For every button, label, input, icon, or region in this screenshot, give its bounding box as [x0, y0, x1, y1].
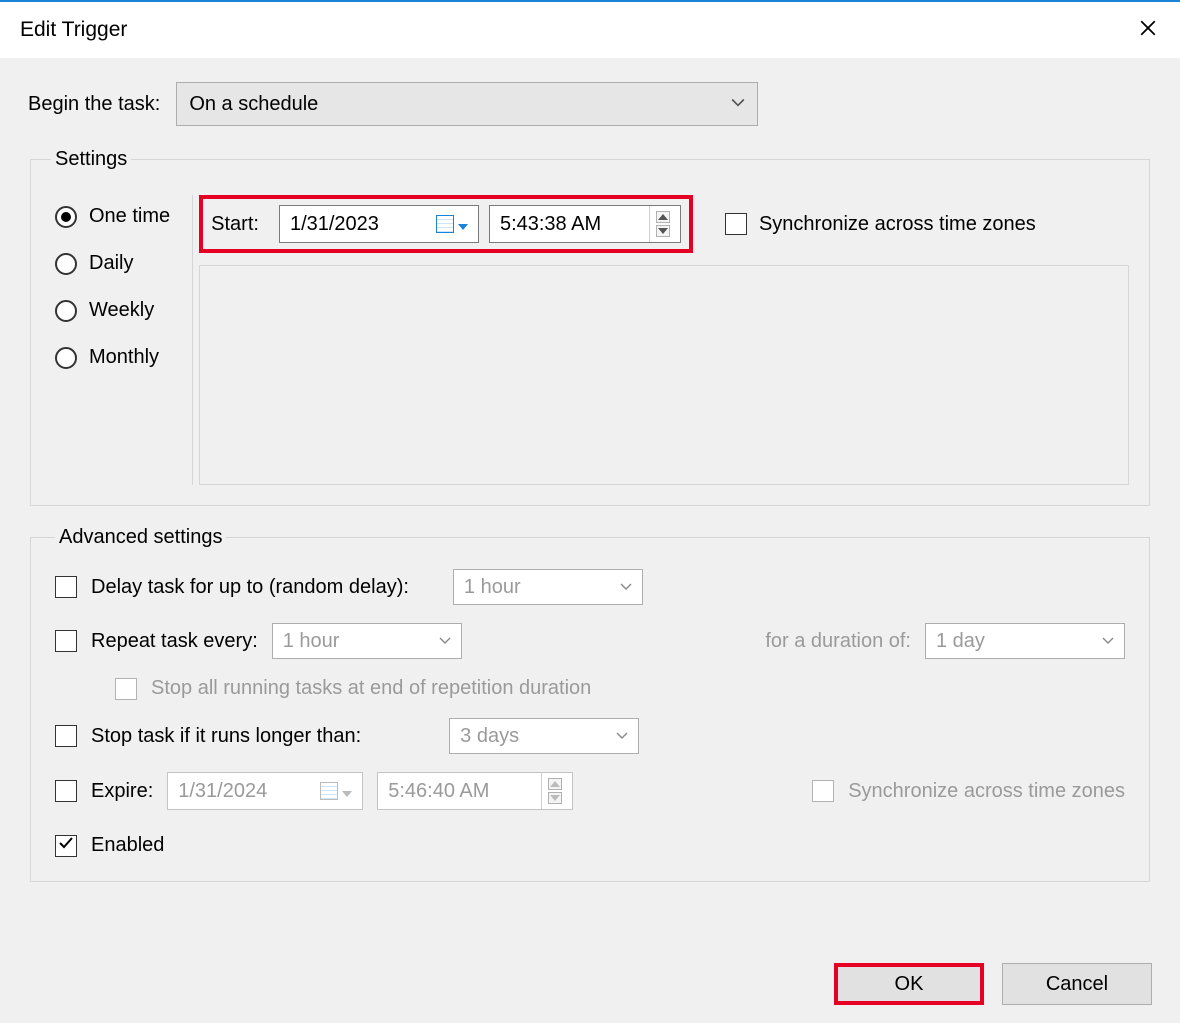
radio-icon: [55, 347, 77, 369]
repeat-combo[interactable]: 1 hour: [272, 623, 462, 659]
duration-value: 1 day: [936, 630, 985, 653]
cancel-button[interactable]: Cancel: [1002, 963, 1152, 1005]
delay-row: Delay task for up to (random delay): 1 h…: [55, 569, 1125, 605]
calendar-dropdown-icon: [436, 213, 468, 236]
advanced-legend: Advanced settings: [55, 526, 226, 549]
sync-timezones-label: Synchronize across time zones: [759, 213, 1036, 236]
duration-combo[interactable]: 1 day: [925, 623, 1125, 659]
start-row-highlight: Start: 1/31/2023 5:43:38 AM: [199, 195, 693, 253]
duration-label: for a duration of:: [765, 630, 911, 653]
radio-weekly[interactable]: Weekly: [55, 299, 170, 322]
radio-monthly[interactable]: Monthly: [55, 346, 170, 369]
chevron-down-icon: [1102, 630, 1114, 653]
enabled-label: Enabled: [91, 834, 164, 857]
radio-icon: [55, 253, 77, 275]
expire-date-input[interactable]: 1/31/2024: [167, 772, 363, 810]
radio-daily[interactable]: Daily: [55, 252, 170, 275]
spinner-icon: [649, 206, 670, 242]
stop-if-value: 3 days: [460, 725, 519, 748]
edit-trigger-dialog: Edit Trigger Begin the task: On a schedu…: [0, 0, 1180, 1023]
titlebar: Edit Trigger: [0, 2, 1180, 58]
chevron-down-icon: [439, 630, 451, 653]
chevron-down-icon: [616, 725, 628, 748]
stop-if-row: Stop task if it runs longer than: 3 days: [55, 718, 1125, 754]
start-label: Start:: [211, 213, 269, 236]
frequency-radios: One time Daily Weekly Monthly: [51, 195, 170, 369]
delay-label: Delay task for up to (random delay):: [91, 576, 409, 599]
delay-value: 1 hour: [464, 576, 521, 599]
chevron-down-icon: [731, 93, 745, 116]
expire-row: Expire: 1/31/2024 5:46:40 AM: [55, 772, 1125, 810]
radio-label: Daily: [89, 252, 133, 275]
stop-if-combo[interactable]: 3 days: [449, 718, 639, 754]
begin-task-select[interactable]: On a schedule: [176, 82, 758, 126]
begin-task-label: Begin the task:: [28, 93, 160, 116]
repeat-row: Repeat task every: 1 hour for a duration…: [55, 623, 1125, 659]
expire-time-value: 5:46:40 AM: [388, 780, 489, 803]
settings-group: Settings One time Daily Weekly: [30, 148, 1150, 506]
ok-label: OK: [895, 973, 924, 996]
radio-label: Monthly: [89, 346, 159, 369]
delay-combo[interactable]: 1 hour: [453, 569, 643, 605]
calendar-dropdown-icon: [320, 780, 352, 803]
enabled-row: Enabled: [55, 834, 1125, 857]
dialog-buttons: OK Cancel: [28, 945, 1152, 1005]
begin-task-row: Begin the task: On a schedule: [28, 82, 1152, 126]
close-button[interactable]: [1136, 18, 1160, 42]
sync-timezones-row: Synchronize across time zones: [725, 213, 1036, 236]
begin-task-value: On a schedule: [189, 93, 318, 116]
sync-timezones-checkbox[interactable]: [725, 213, 747, 235]
delay-checkbox[interactable]: [55, 576, 77, 598]
expire-time-input[interactable]: 5:46:40 AM: [377, 772, 573, 810]
expire-date-value: 1/31/2024: [178, 780, 267, 803]
cancel-label: Cancel: [1046, 973, 1108, 996]
radio-icon: [55, 206, 77, 228]
stop-if-label: Stop task if it runs longer than:: [91, 725, 361, 748]
repeat-checkbox[interactable]: [55, 630, 77, 652]
start-date-value: 1/31/2023: [290, 213, 379, 236]
ok-button[interactable]: OK: [834, 963, 984, 1005]
settings-legend: Settings: [51, 148, 131, 171]
radio-label: Weekly: [89, 299, 154, 322]
stop-repetition-label: Stop all running tasks at end of repetit…: [151, 677, 591, 700]
start-time-value: 5:43:38 AM: [500, 213, 601, 236]
repeat-label: Repeat task every:: [91, 630, 258, 653]
repeat-value: 1 hour: [283, 630, 340, 653]
expire-sync-checkbox: [812, 780, 834, 802]
expire-sync-label: Synchronize across time zones: [848, 780, 1125, 803]
chevron-down-icon: [620, 576, 632, 599]
window-title: Edit Trigger: [20, 18, 127, 42]
close-icon: [1139, 19, 1157, 42]
radio-one-time[interactable]: One time: [55, 205, 170, 228]
radio-label: One time: [89, 205, 170, 228]
settings-detail: Start: 1/31/2023 5:43:38 AM: [192, 195, 1129, 485]
frequency-detail-panel: [199, 265, 1129, 485]
start-date-input[interactable]: 1/31/2023: [279, 205, 479, 243]
start-time-input[interactable]: 5:43:38 AM: [489, 205, 681, 243]
dialog-content: Begin the task: On a schedule Settings O…: [0, 58, 1180, 1023]
expire-label: Expire:: [91, 780, 153, 803]
spinner-icon: [541, 773, 562, 809]
check-icon: [58, 834, 74, 857]
stop-repetition-checkbox: [115, 678, 137, 700]
expire-checkbox[interactable]: [55, 780, 77, 802]
radio-icon: [55, 300, 77, 322]
stop-if-checkbox[interactable]: [55, 725, 77, 747]
enabled-checkbox[interactable]: [55, 835, 77, 857]
stop-repetition-row: Stop all running tasks at end of repetit…: [55, 677, 1125, 700]
advanced-settings-group: Advanced settings Delay task for up to (…: [30, 526, 1150, 882]
